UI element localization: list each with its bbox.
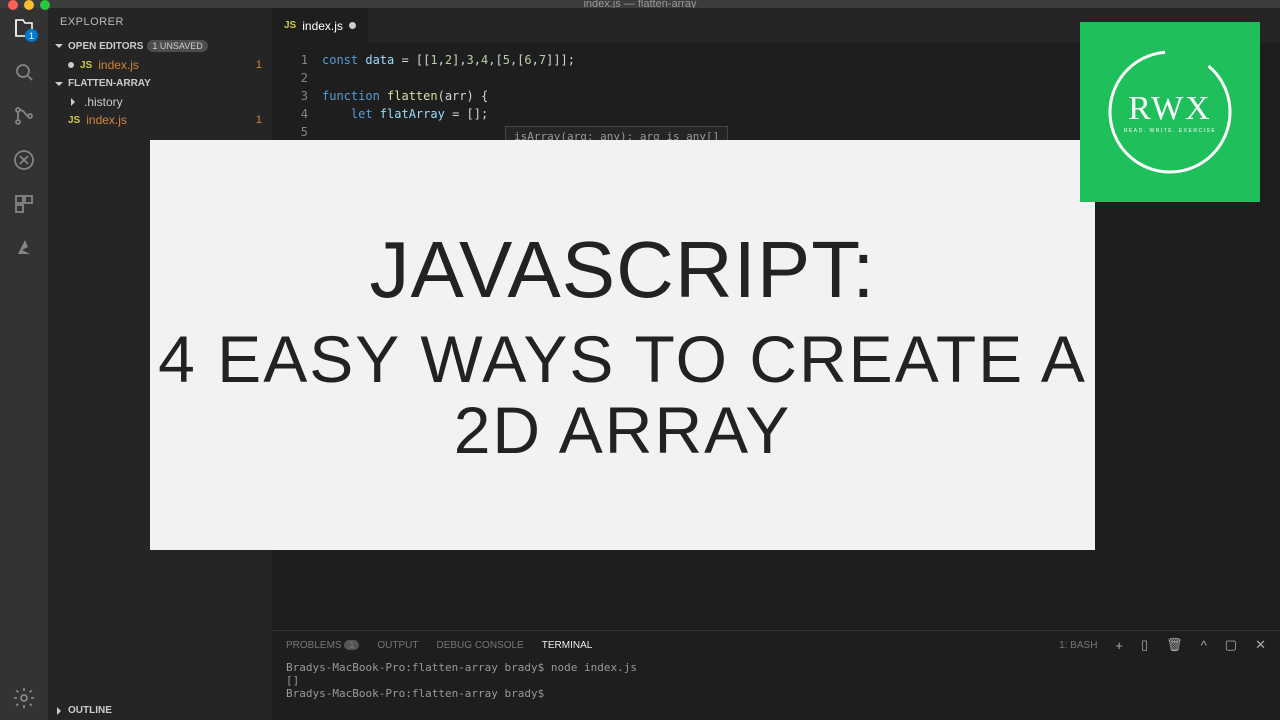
js-file-icon: JS (80, 60, 92, 71)
project-label: FLATTEN-ARRAY (68, 78, 151, 89)
close-window-icon[interactable] (8, 0, 18, 10)
debug-icon[interactable] (12, 148, 36, 172)
chevron-right-icon (68, 97, 78, 107)
chevron-up-icon[interactable]: ^ (1201, 638, 1207, 653)
panel-tabs: PROBLEMS 1 OUTPUT DEBUG CONSOLE TERMINAL… (272, 631, 1280, 659)
chevron-down-icon (54, 41, 64, 51)
js-file-icon: JS (284, 20, 296, 31)
folder-item[interactable]: .history (48, 93, 272, 111)
outline-label: OUTLINE (68, 705, 112, 716)
chevron-right-icon (54, 706, 64, 716)
outline-header[interactable]: OUTLINE (48, 701, 272, 720)
terminal-tab[interactable]: TERMINAL (542, 640, 593, 651)
maximize-panel-icon[interactable]: ▢ (1225, 637, 1237, 653)
window-controls (8, 0, 50, 10)
azure-icon[interactable] (12, 236, 36, 260)
output-tab[interactable]: OUTPUT (377, 640, 418, 651)
editor-tab[interactable]: JS index.js (272, 8, 369, 43)
dirty-dot-icon (68, 62, 74, 68)
title-bar: index.js — flatten-array (0, 0, 1280, 8)
extensions-icon[interactable] (12, 192, 36, 216)
debug-console-tab[interactable]: DEBUG CONSOLE (436, 640, 523, 651)
file-item[interactable]: JS index.js 1 (48, 111, 272, 129)
unsaved-badge: 1 UNSAVED (147, 40, 207, 52)
new-terminal-icon[interactable]: + (1115, 638, 1123, 653)
split-terminal-icon[interactable]: ▯ (1141, 637, 1148, 653)
chevron-down-icon (54, 79, 64, 89)
overlay-heading: JAVASCRIPT: (370, 224, 876, 316)
title-overlay: JAVASCRIPT: 4 EASY WAYS TO CREATE A 2D A… (150, 140, 1095, 550)
open-editor-item[interactable]: JS index.js 1 (48, 56, 272, 74)
problems-badge: 1 (344, 640, 359, 650)
settings-gear-icon[interactable] (12, 686, 36, 710)
explorer-title: EXPLORER (48, 8, 272, 36)
explorer-badge: 1 (25, 29, 38, 42)
terminal-shell-select[interactable]: 1: bash (1059, 640, 1097, 651)
maximize-window-icon[interactable] (40, 0, 50, 10)
close-panel-icon[interactable]: ✕ (1255, 637, 1266, 653)
explorer-icon[interactable]: 1 (12, 16, 36, 40)
dirty-dot-icon (349, 22, 356, 29)
overlay-subheading: 4 EASY WAYS TO CREATE A 2D ARRAY (150, 324, 1095, 467)
search-icon[interactable] (12, 60, 36, 84)
tab-name: index.js (302, 19, 343, 33)
activity-bar: 1 (0, 8, 48, 720)
open-editor-name: index.js (98, 58, 250, 72)
problems-tab[interactable]: PROBLEMS 1 (286, 640, 359, 651)
rwx-logo: RWX READ. WRITE. EXERCISE (1080, 22, 1260, 202)
terminal-body[interactable]: Bradys-MacBook-Pro:flatten-array brady$ … (272, 659, 1280, 702)
source-control-icon[interactable] (12, 104, 36, 128)
kill-terminal-icon[interactable]: 🗑 (1166, 637, 1183, 653)
file-name: index.js (86, 113, 250, 127)
project-header[interactable]: FLATTEN-ARRAY (48, 74, 272, 93)
js-file-icon: JS (68, 115, 80, 126)
logo-text: RWX (1128, 90, 1211, 127)
open-editors-label: OPEN EDITORS (68, 41, 143, 52)
open-editor-count: 1 (256, 59, 262, 71)
minimize-window-icon[interactable] (24, 0, 34, 10)
file-count: 1 (256, 114, 262, 126)
terminal-panel: PROBLEMS 1 OUTPUT DEBUG CONSOLE TERMINAL… (272, 630, 1280, 720)
logo-subtext: READ. WRITE. EXERCISE (1124, 128, 1216, 134)
open-editors-header[interactable]: OPEN EDITORS 1 UNSAVED (48, 36, 272, 56)
folder-name: .history (84, 95, 262, 109)
